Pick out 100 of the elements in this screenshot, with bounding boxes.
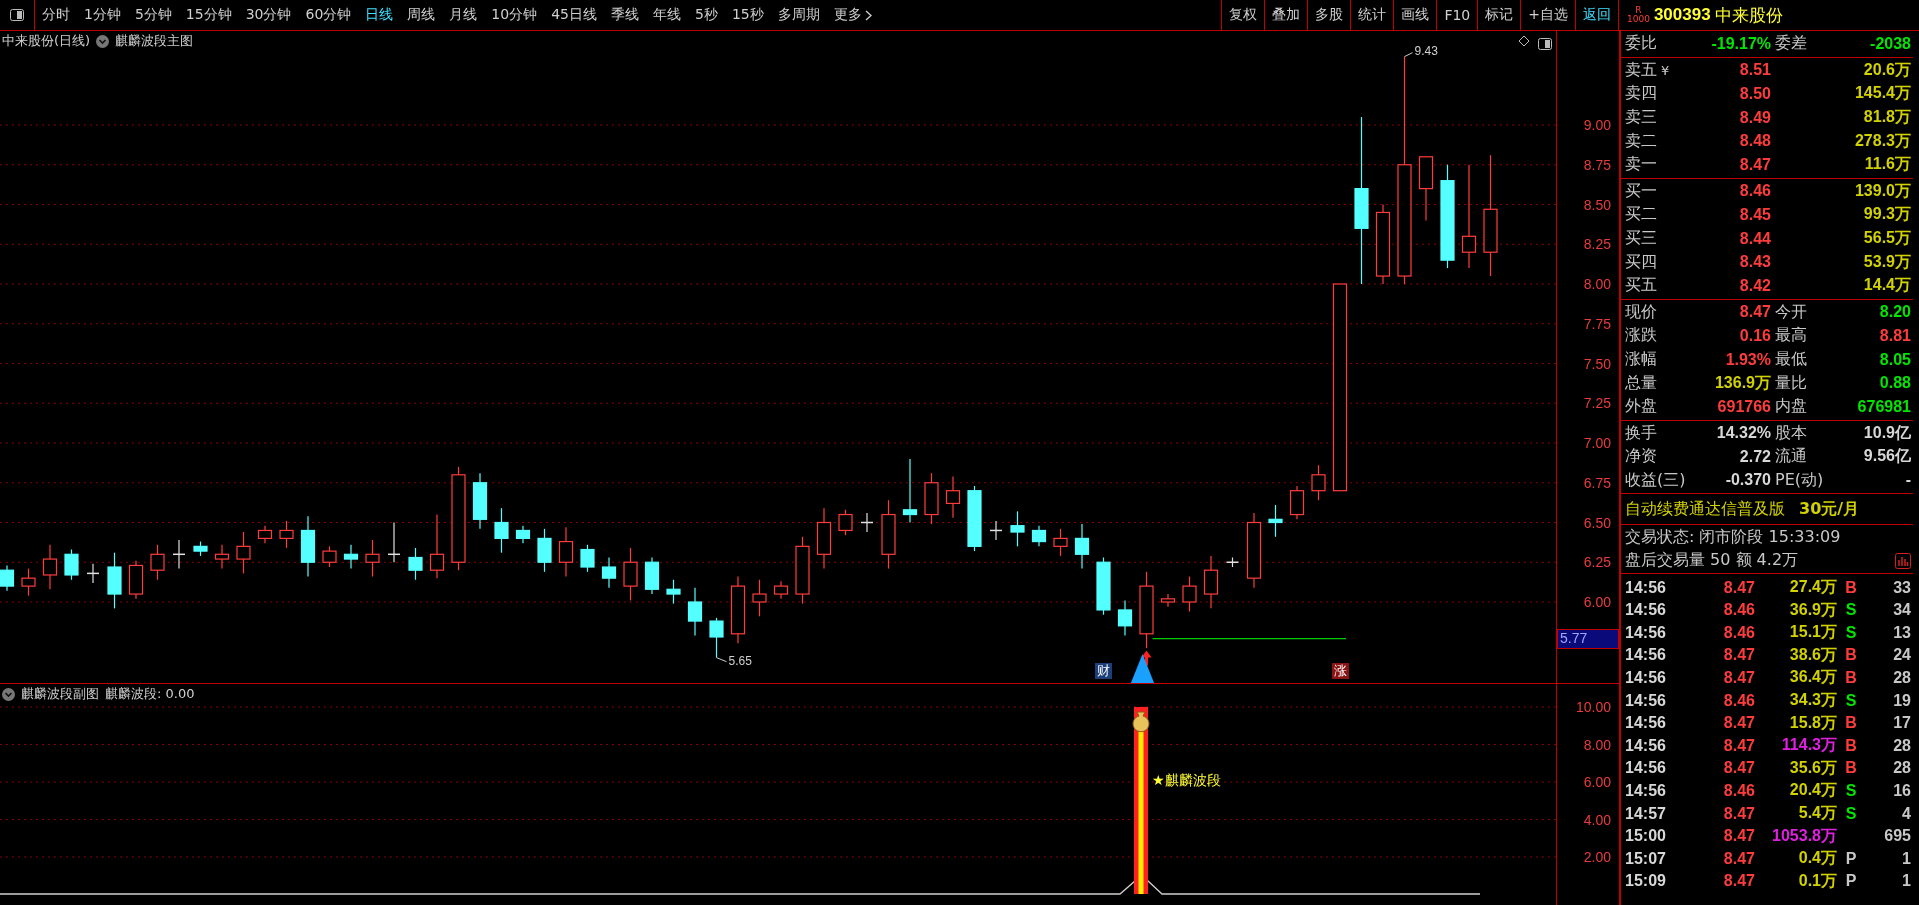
tick-volume: 15.1万 — [1788, 622, 1837, 643]
chart-title: 中来股份(日线) — [2, 32, 91, 50]
tick-count: 16 — [1892, 781, 1911, 800]
order-volume: 11.6万 — [1863, 154, 1911, 175]
tick-price: 8.47 — [1722, 578, 1755, 597]
period-tab[interactable]: 季线 — [604, 6, 646, 24]
tick-count: 28 — [1892, 759, 1911, 778]
candle — [236, 531, 251, 574]
candle — [1203, 555, 1219, 609]
order-volume: 81.8万 — [1862, 107, 1911, 128]
period-tab[interactable]: 5秒 — [688, 6, 725, 24]
period-tab[interactable]: 1分钟 — [77, 6, 128, 24]
low-price-label: 5.65 — [728, 653, 752, 668]
order-price: 8.42 — [1738, 276, 1771, 295]
bar-chart-icon[interactable] — [1895, 552, 1911, 569]
tick-side: P — [1844, 872, 1858, 891]
candle — [1289, 485, 1305, 520]
candle — [64, 548, 79, 581]
period-tab[interactable]: 15秒 — [724, 6, 771, 24]
candle — [86, 563, 100, 584]
tick-price: 8.46 — [1722, 781, 1755, 800]
period-tab[interactable]: 日线 — [358, 6, 401, 24]
candle — [730, 575, 746, 644]
indicator-reading: 麒麟波段: 0.00 — [105, 685, 195, 704]
axis-label: 8.75 — [1583, 156, 1611, 173]
tick-count: 1 — [1901, 872, 1911, 891]
candle — [1160, 593, 1176, 608]
candle — [1096, 556, 1111, 616]
tick-side: S — [1844, 781, 1858, 800]
candle — [128, 560, 144, 600]
tick-price: 8.47 — [1722, 714, 1755, 733]
order-price: 8.50 — [1738, 85, 1771, 103]
period-tab[interactable]: 10分钟 — [484, 6, 545, 24]
candle — [42, 544, 58, 590]
tick-volume: 36.4万 — [1788, 667, 1837, 688]
tick-volume: 38.6万 — [1788, 644, 1837, 665]
candle — [1074, 523, 1090, 570]
order-level-label: 买二 — [1625, 204, 1658, 226]
period-tab[interactable]: 月线 — [442, 6, 485, 24]
tick-price: 8.47 — [1722, 668, 1755, 687]
period-tab[interactable]: 年线 — [646, 6, 688, 24]
quote-label: 换手 — [1625, 422, 1658, 444]
period-tab[interactable]: 5分钟 — [127, 6, 179, 24]
candle — [1010, 510, 1025, 547]
quote-label: 收益(三) — [1625, 470, 1687, 491]
axis-label: 2.00 — [1583, 849, 1611, 866]
tick-price: 8.47 — [1722, 804, 1755, 823]
candle — [1117, 599, 1133, 636]
chevron-down-icon[interactable] — [2, 687, 15, 701]
quote-label: 内盘 — [1774, 396, 1808, 418]
period-tab[interactable]: 45日线 — [544, 6, 604, 24]
candle — [172, 539, 186, 570]
order-volume: 53.9万 — [1862, 251, 1911, 272]
candle — [429, 513, 445, 579]
tick-time: 14:56 — [1625, 668, 1667, 687]
period-tab[interactable]: 多周期 — [770, 6, 827, 24]
tick-volume: 5.4万 — [1797, 803, 1837, 823]
period-tab[interactable]: 周线 — [400, 6, 443, 24]
period-tab[interactable]: 60分钟 — [298, 6, 359, 24]
leader-line — [716, 657, 727, 663]
order-level-label: 卖三 — [1625, 107, 1658, 129]
axis-label: 7.25 — [1583, 395, 1611, 412]
quote-label: 今开 — [1774, 301, 1808, 323]
tick-side: S — [1844, 804, 1858, 823]
tick-side: B — [1844, 578, 1858, 597]
diamond-icon[interactable] — [1518, 35, 1530, 47]
axis-label: 9.00 — [1583, 117, 1611, 133]
order-price: 8.48 — [1738, 132, 1771, 151]
tick-count: 28 — [1892, 668, 1911, 687]
quote-value: 691766 — [1716, 397, 1771, 416]
candle — [0, 564, 15, 592]
axis-label: 6.00 — [1583, 594, 1611, 610]
candle — [279, 520, 294, 549]
tick-count: 695 — [1883, 827, 1911, 846]
candle — [537, 528, 552, 573]
order-price: 8.45 — [1738, 205, 1771, 224]
quote-label: 最低 — [1774, 349, 1808, 370]
candle — [1031, 525, 1047, 547]
tick-count: 17 — [1892, 714, 1911, 733]
quote-label: 总量 — [1625, 372, 1658, 394]
tick-volume: 0.1万 — [1797, 870, 1837, 891]
high-price-label: 9.43 — [1414, 43, 1438, 58]
period-tab[interactable]: 15分钟 — [178, 6, 239, 24]
candle — [816, 507, 832, 570]
panel-toggle-icon[interactable] — [1538, 38, 1552, 50]
candle — [795, 536, 810, 605]
panel-toggle-icon[interactable] — [10, 9, 24, 21]
order-volume: 278.3万 — [1853, 130, 1911, 151]
chevron-down-icon[interactable] — [96, 34, 110, 48]
tick-time: 14:56 — [1625, 578, 1667, 597]
signal-marker: 涨 — [1332, 663, 1349, 679]
candle — [773, 580, 789, 600]
promo-text[interactable]: 自动续费通达信普及版 — [1625, 498, 1785, 520]
order-level-label: 卖四 — [1625, 83, 1658, 105]
period-tab[interactable]: 更多 — [826, 6, 879, 24]
candle — [666, 579, 681, 605]
quote-value: 10.9亿 — [1862, 422, 1911, 443]
period-tab[interactable]: 分时 — [35, 6, 77, 24]
period-tab[interactable]: 30分钟 — [238, 6, 299, 24]
quote-value: -19.17% — [1710, 34, 1771, 53]
